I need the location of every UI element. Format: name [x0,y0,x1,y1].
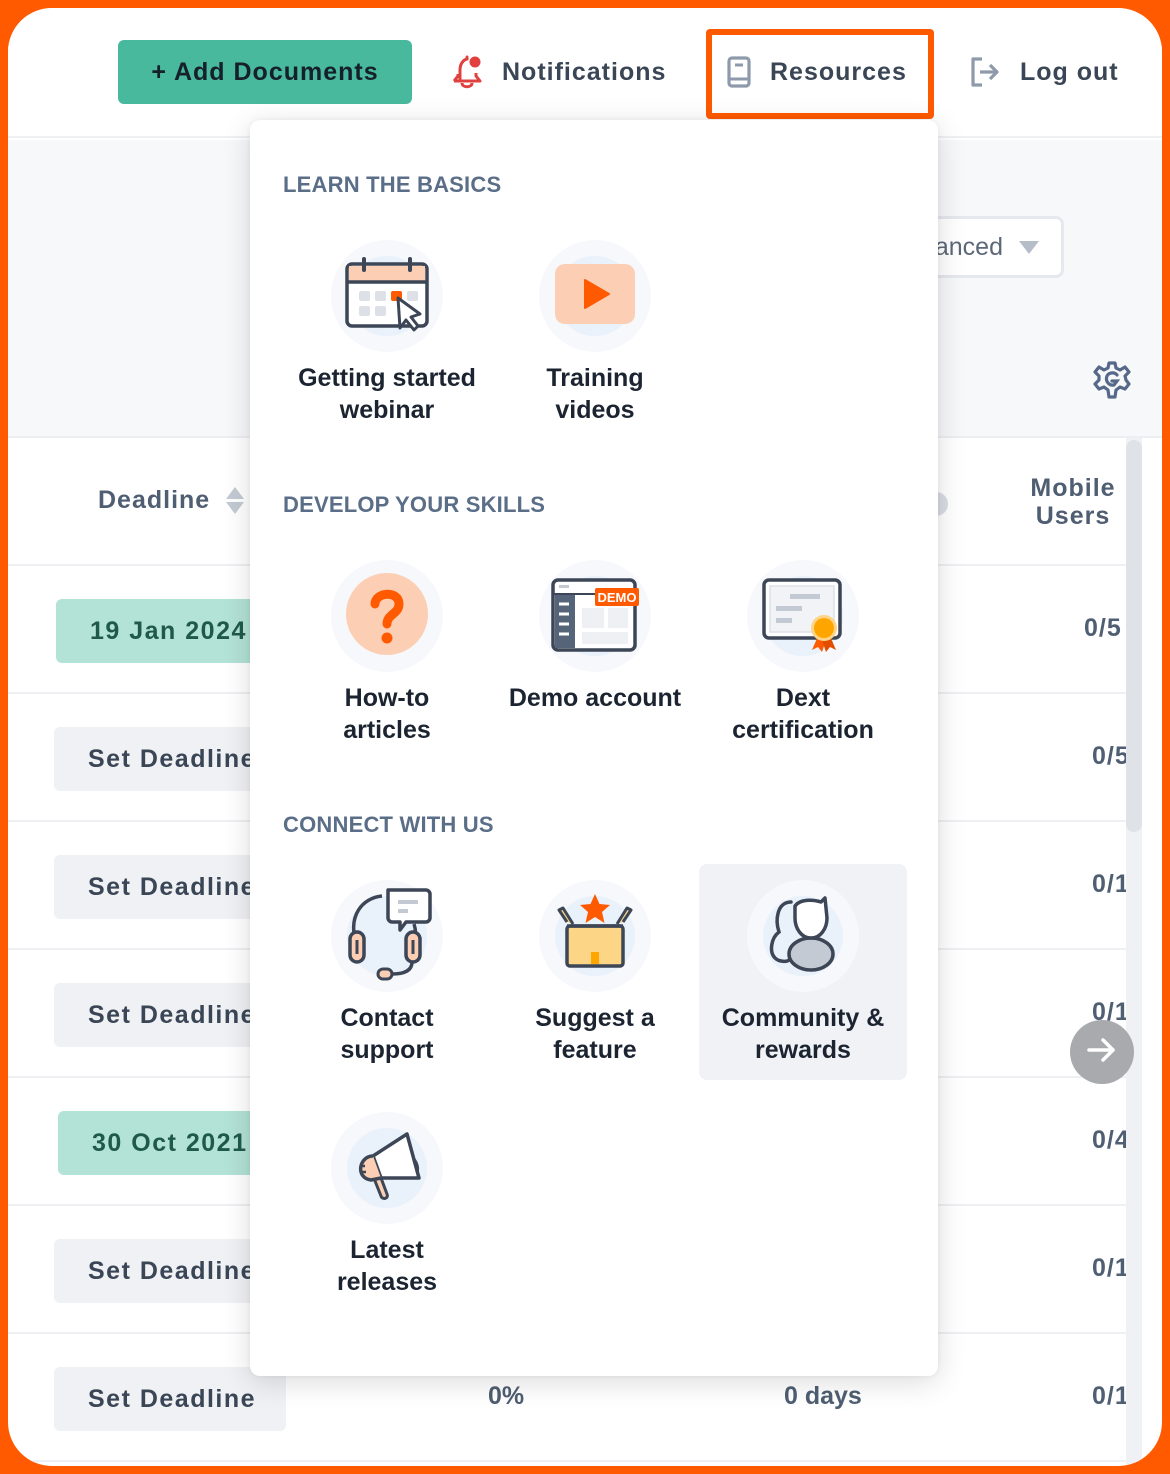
view-select-value: anced [934,232,1003,261]
megaphone-icon [347,1126,427,1211]
menu-item-community-rewards[interactable]: Community & rewards [699,864,907,1080]
community-users-icon [765,894,841,979]
menu-item-demo-account[interactable]: DEMO Demo account [491,544,699,760]
section-title-develop-skills: DEVELOP YOUR SKILLS [283,492,546,517]
menu-item-label: Getting started webinar [298,364,476,424]
menu-item-latest-releases[interactable]: Latest releases [283,1096,491,1312]
add-documents-button[interactable]: + Add Documents [118,40,412,104]
days-value: 0 days [784,1382,862,1410]
menu-item-label: Training videos [546,364,644,424]
scrollbar-thumb[interactable] [1126,440,1142,832]
headset-chat-icon [342,886,432,987]
notifications-label: Notifications [502,57,667,86]
mobile-users-value: 0/1 [1092,870,1130,898]
menu-item-label: Dext certification [732,684,874,744]
set-deadline-button[interactable]: Set Deadline [54,1367,286,1431]
chevron-down-icon [1019,240,1039,254]
menu-item-label: Community & rewards [721,1004,885,1064]
deadline-column-header[interactable]: Deadline [98,486,245,515]
notifications-link[interactable]: Notifications [450,48,666,96]
play-video-icon [553,262,637,331]
box-star-icon [553,892,637,981]
demo-browser-icon: DEMO [549,574,641,659]
settings-gear-icon[interactable] [1092,360,1132,405]
scroll-right-button[interactable] [1070,1020,1134,1084]
menu-item-how-to-articles[interactable]: How-to articles [283,544,491,760]
progress-percent: 0% [488,1382,525,1410]
section-title-learn-basics: LEARN THE BASICS [283,172,502,197]
app-window: + Add Documents Notifications Resources … [8,8,1162,1466]
svg-text:DEMO: DEMO [598,590,637,605]
calendar-cursor-icon [342,254,432,339]
deadline-header-label: Deadline [98,486,211,514]
mobile-users-value: 0/4 [1092,1126,1130,1154]
mobile-users-value: 0/5 [1084,614,1122,642]
certificate-icon [760,574,846,659]
menu-item-label: Suggest a feature [535,1004,655,1064]
menu-item-dext-certification[interactable]: Dext certification [699,544,907,760]
logout-link[interactable]: Log out [968,48,1119,96]
menu-item-training-videos[interactable]: Training videos [491,224,699,440]
menu-item-contact-support[interactable]: Contact support [283,864,491,1080]
bell-icon [450,54,484,90]
menu-item-label: Latest releases [336,1236,438,1296]
top-header: + Add Documents Notifications Resources … [8,8,1162,138]
menu-item-getting-started-webinar[interactable]: Getting started webinar [283,224,491,440]
logout-label: Log out [1020,57,1119,86]
question-mark-icon [345,572,429,661]
arrow-right-icon [1086,1036,1118,1069]
menu-item-suggest-feature[interactable]: Suggest a feature [491,864,699,1080]
section-title-connect-with-us: CONNECT WITH US [283,812,494,837]
menu-item-label: How-to articles [343,684,431,744]
resources-dropdown-menu: LEARN THE BASICS Getting started webinar… [250,120,938,1376]
sort-icon[interactable] [226,487,245,514]
mobile-users-value: 0/1 [1092,1382,1130,1410]
resources-highlight-box [706,29,934,119]
menu-item-label: Demo account [508,684,682,712]
mobile-users-value: 0/1 [1092,1254,1130,1282]
mobile-users-column-header: Mobile Users [1030,474,1116,530]
logout-icon [968,54,1002,90]
mobile-users-value: 0/5 [1092,742,1130,770]
menu-item-label: Contact support [340,1004,434,1064]
